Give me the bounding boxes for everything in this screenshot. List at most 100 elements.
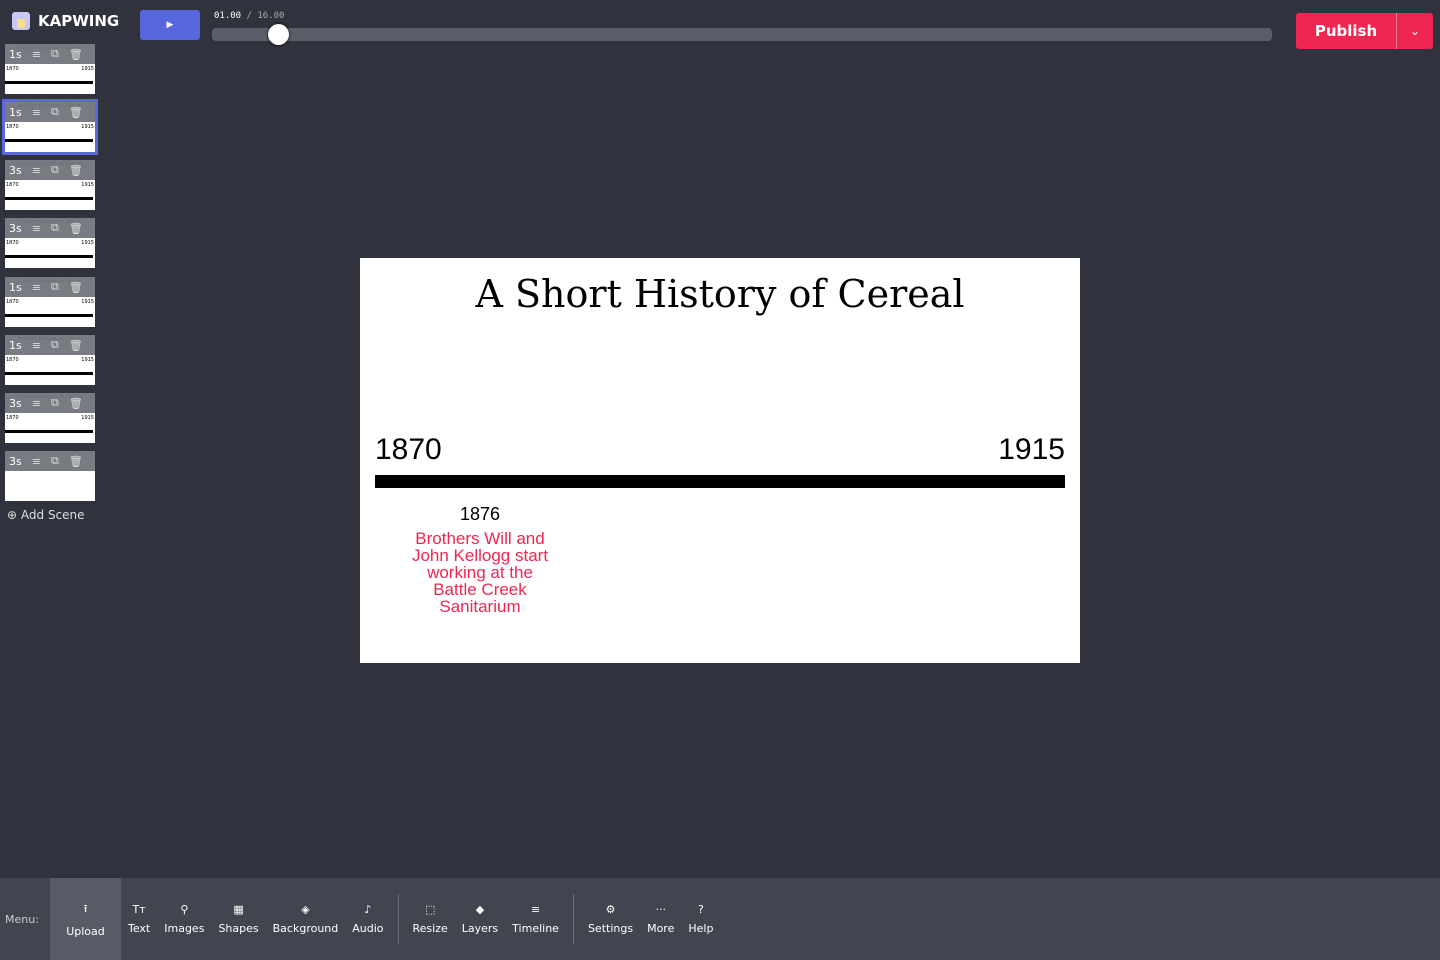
trash-icon[interactable]: 🗑 xyxy=(69,48,83,61)
scene-thumbnail[interactable]: A Short History of Cereal187019151s≡⧉🗑 xyxy=(5,44,95,94)
scene-thumbnail[interactable]: A Short History of Cereal187019151s≡⧉🗑 xyxy=(2,99,98,155)
play-button[interactable]: ▶ xyxy=(140,10,200,40)
scene-duration[interactable]: 1s xyxy=(9,281,22,294)
menu-divider xyxy=(572,894,574,944)
scene-duration[interactable]: 3s xyxy=(9,455,22,468)
duplicate-icon[interactable]: ⧉ xyxy=(51,280,59,294)
menu-layers-button[interactable]: ◆ Layers xyxy=(455,878,505,960)
trash-icon[interactable]: 🗑 xyxy=(69,339,83,352)
scene-thumbnail[interactable]: A Short History of Cereal187019153s≡⧉🗑 xyxy=(5,160,95,210)
text-icon: Tт xyxy=(132,903,146,916)
timeline-icon[interactable]: ≡ xyxy=(32,106,41,119)
add-scene-button[interactable]: ⊕ Add Scene xyxy=(7,508,85,522)
scene-end-year: 1915 xyxy=(81,182,94,188)
menu-label: Menu: xyxy=(5,912,39,926)
current-time: 01.00 xyxy=(214,11,242,21)
kapwing-logo[interactable]: KAPWING xyxy=(12,12,119,30)
trash-icon[interactable]: 🗑 xyxy=(69,455,83,468)
timeline-icon[interactable]: ≡ xyxy=(32,455,41,468)
event-description[interactable]: Brothers Will and John Kellogg start wor… xyxy=(405,530,555,615)
scene-start-year: 1870 xyxy=(6,415,19,421)
scene-thumbnail[interactable]: A Short History of Cereal187019151s≡⧉🗑 xyxy=(5,335,95,385)
timeline-icon[interactable]: ≡ xyxy=(32,164,41,177)
duplicate-icon[interactable]: ⧉ xyxy=(51,163,59,177)
scene-timeline-bar xyxy=(5,197,93,200)
event-year[interactable]: 1876 xyxy=(420,504,540,525)
duplicate-icon[interactable]: ⧉ xyxy=(51,47,59,61)
menu-background-button[interactable]: ◈ Background xyxy=(266,878,346,960)
scene-thumbnail[interactable]: A Short History of Cereal187019151s≡⧉🗑 xyxy=(5,277,95,327)
scene-toolbar: 1s ≡ ⧉ 🗑 xyxy=(5,335,95,355)
bottom-menu: Menu: ⭱ Upload Tт Text ⚲ Images ▦ Shapes ◈ Backgr… xyxy=(0,878,1440,960)
menu-item-label: Settings xyxy=(587,922,634,935)
timeline-scrubber[interactable] xyxy=(212,24,1272,45)
help-icon: ? xyxy=(697,903,704,916)
menu-item-label: Timeline xyxy=(512,922,559,935)
menu-audio-button[interactable]: ♪ Audio xyxy=(345,878,390,960)
publish-dropdown-button[interactable]: ⌄ xyxy=(1396,13,1433,49)
trash-icon[interactable]: 🗑 xyxy=(69,397,83,410)
menu-help-button[interactable]: ? Help xyxy=(681,878,720,960)
scene-timeline-bar xyxy=(5,430,93,433)
scene-thumbnail[interactable]: 3s ≡ ⧉ 🗑 xyxy=(5,451,95,501)
time-separator: / xyxy=(246,11,252,21)
editor-canvas[interactable]: A Short History of Cereal 1870 1915 1876… xyxy=(360,258,1080,663)
timeline-icon[interactable]: ≡ xyxy=(32,281,41,294)
scene-toolbar: 3s ≡ ⧉ 🗑 xyxy=(5,393,95,413)
scene-start-year: 1870 xyxy=(6,182,19,188)
scene-timeline-bar xyxy=(5,314,93,317)
chevron-down-icon: ⌄ xyxy=(1409,24,1421,38)
logo-icon xyxy=(12,12,30,30)
end-year[interactable]: 1915 xyxy=(998,433,1065,467)
trash-icon[interactable]: 🗑 xyxy=(69,164,83,177)
add-scene-label: Add Scene xyxy=(20,508,85,522)
duplicate-icon[interactable]: ⧉ xyxy=(51,338,59,352)
scene-toolbar: 1s ≡ ⧉ 🗑 xyxy=(5,44,95,64)
menu-more-button[interactable]: ··· More xyxy=(640,878,681,960)
trash-icon[interactable]: 🗑 xyxy=(69,106,83,119)
start-year[interactable]: 1870 xyxy=(375,433,442,467)
menu-images-button[interactable]: ⚲ Images xyxy=(157,878,211,960)
trash-icon[interactable]: 🗑 xyxy=(69,222,83,235)
scene-duration[interactable]: 1s xyxy=(9,106,22,119)
scene-duration[interactable]: 1s xyxy=(9,48,22,61)
scene-timeline-bar xyxy=(5,81,93,84)
scene-duration[interactable]: 3s xyxy=(9,397,22,410)
menu-shapes-button[interactable]: ▦ Shapes xyxy=(211,878,265,960)
scene-duration[interactable]: 3s xyxy=(9,222,22,235)
duplicate-icon[interactable]: ⧉ xyxy=(51,396,59,410)
menu-item-label: More xyxy=(647,922,675,935)
scene-duration[interactable]: 3s xyxy=(9,164,22,177)
menu-resize-button[interactable]: ⬚ Resize xyxy=(406,878,455,960)
scene-start-year: 1870 xyxy=(6,357,19,363)
menu-item-label: Background xyxy=(272,922,339,935)
duplicate-icon[interactable]: ⧉ xyxy=(51,454,59,468)
scene-thumbnail[interactable]: A Short History of Cereal187019153s≡⧉🗑 xyxy=(5,393,95,443)
menu-text-button[interactable]: Tт Text xyxy=(121,878,157,960)
trash-icon[interactable]: 🗑 xyxy=(69,281,83,294)
total-time: 16.00 xyxy=(257,11,285,21)
upload-icon: ⭱ xyxy=(83,902,88,915)
timeline-bar[interactable] xyxy=(375,475,1065,488)
menu-upload-button[interactable]: ⭱ Upload xyxy=(50,878,121,960)
scene-end-year: 1915 xyxy=(81,240,94,246)
scene-end-year: 1915 xyxy=(81,357,94,363)
timeline-icon[interactable]: ≡ xyxy=(32,339,41,352)
more-icon: ··· xyxy=(655,903,666,916)
menu-settings-button[interactable]: ⚙ Settings xyxy=(581,878,640,960)
timeline-icon: ≡ xyxy=(530,903,541,916)
duplicate-icon[interactable]: ⧉ xyxy=(51,105,59,119)
menu-timeline-button[interactable]: ≡ Timeline xyxy=(505,878,566,960)
publish-button[interactable]: Publish xyxy=(1296,13,1396,49)
duplicate-icon[interactable]: ⧉ xyxy=(51,221,59,235)
scene-toolbar: 1s ≡ ⧉ 🗑 xyxy=(5,277,95,297)
scene-thumbnail[interactable]: A Short History of Cereal187019153s≡⧉🗑 xyxy=(5,218,95,268)
timeline-icon[interactable]: ≡ xyxy=(32,48,41,61)
scene-start-year: 1870 xyxy=(6,299,19,305)
timeline-icon[interactable]: ≡ xyxy=(32,397,41,410)
scene-duration[interactable]: 1s xyxy=(9,339,22,352)
menu-item-label: Resize xyxy=(412,922,448,935)
canvas-title[interactable]: A Short History of Cereal xyxy=(360,272,1080,316)
scrubber-handle[interactable] xyxy=(268,24,289,45)
timeline-icon[interactable]: ≡ xyxy=(32,222,41,235)
